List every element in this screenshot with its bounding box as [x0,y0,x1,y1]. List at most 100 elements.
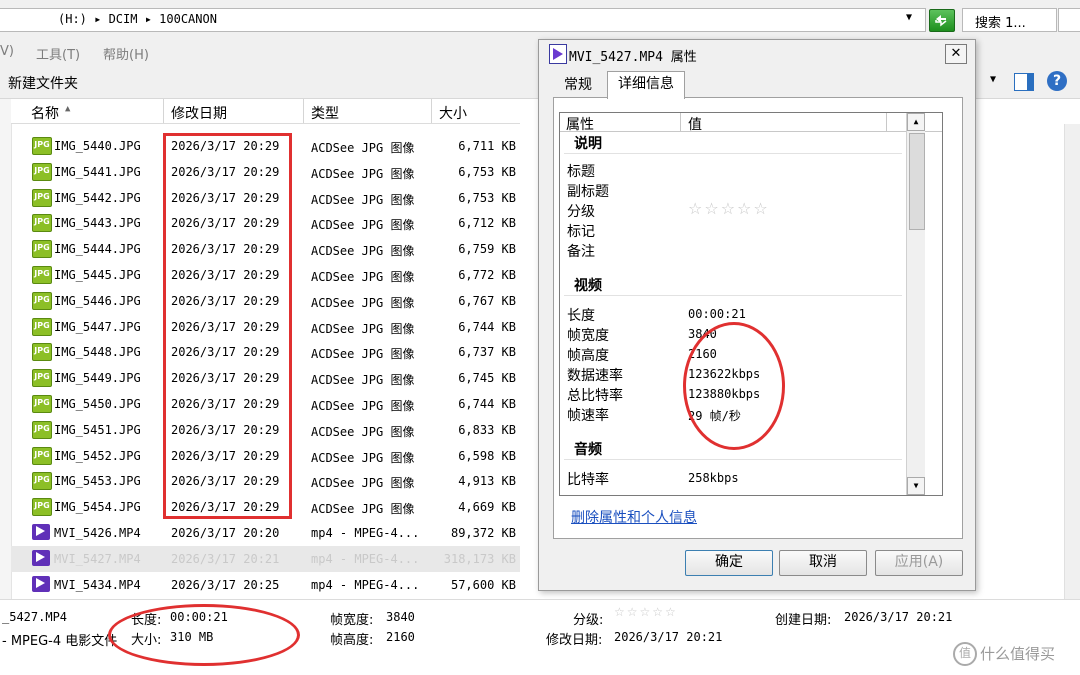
video-file-icon [549,44,567,64]
scroll-thumb[interactable] [909,133,925,230]
details-created-label: 创建日期: [775,613,832,628]
address-path[interactable]: (H:) ▸ DCIM ▸ 100CANON [58,12,217,26]
file-size: 318,173 KB [443,551,516,566]
file-type: ACDSee JPG 图像 [311,476,415,491]
search-placeholder: 搜索 1... [975,16,1026,31]
file-type: ACDSee JPG 图像 [311,347,415,362]
prop-label: 长度 [567,308,595,324]
view-dropdown-icon[interactable]: ▼ [990,74,996,85]
file-size: 89,372 KB [450,526,516,540]
file-name: MVI_5427.MP4 [54,551,141,566]
new-folder-button[interactable]: 新建文件夹 [8,73,78,93]
column-name[interactable]: 名称 [31,103,59,123]
cancel-button[interactable]: 取消 [779,550,867,576]
column-date[interactable]: 修改日期 [171,103,227,123]
header-value[interactable]: 值 [688,114,702,134]
rating-stars[interactable]: ☆☆☆☆☆ [688,199,770,218]
details-filetype: - MPEG-4 电影文件 [2,634,118,649]
header-separator[interactable] [680,113,681,131]
refresh-icon [935,15,947,27]
file-name: IMG_5446.JPG [54,293,141,308]
details-rating-stars[interactable]: ☆☆☆☆☆ [614,605,678,619]
file-type: ACDSee JPG 图像 [311,450,415,465]
file-size: 6,753 KB [458,164,516,179]
apply-button[interactable]: 应用(A) [875,550,963,576]
image-file-icon: JPG [32,446,52,465]
column-separator[interactable] [431,99,432,123]
tab-details[interactable]: 详细信息 [607,71,685,99]
file-type: ACDSee JPG 图像 [311,295,415,310]
image-file-icon: JPG [32,420,52,439]
file-name: IMG_5440.JPG [54,139,141,153]
image-file-icon: JPG [32,188,52,207]
image-file-icon: JPG [32,369,52,388]
file-size: 6,712 KB [458,216,516,231]
file-size: 4,669 KB [458,500,516,515]
details-width: 3840 [386,610,415,624]
file-size: 57,600 KB [450,577,516,592]
details-created: 2026/3/17 20:21 [844,610,953,624]
section-description: 说明 [574,136,602,152]
file-name: IMG_5451.JPG [54,422,141,437]
file-list-scrollbar[interactable] [1064,124,1080,599]
file-row[interactable]: MVI_5426.MP4 2026/3/17 20:20 mp4 - MPEG-4.… [11,520,520,546]
menu-tools[interactable]: 工具(T) [36,44,80,63]
image-file-icon: JPG [32,266,52,284]
file-date: 2026/3/17 20:20 [171,526,280,540]
preview-pane-icon[interactable] [1014,73,1034,91]
file-type: mp4 - MPEG-4... [311,551,420,566]
video-file-icon [32,575,50,592]
image-file-icon: JPG [32,317,52,336]
scroll-down-icon[interactable]: ▼ [907,477,925,495]
file-type: ACDSee JPG 图像 [311,502,415,517]
close-icon[interactable]: ✕ [945,44,967,64]
image-file-icon: JPG [32,291,52,310]
prop-label: 比特率 [567,472,609,488]
search-icon[interactable] [1058,8,1080,32]
scroll-up-icon[interactable]: ▲ [907,113,925,131]
section-divider [564,459,902,460]
address-dropdown-icon[interactable]: ▼ [906,12,912,23]
file-name: IMG_5443.JPG [54,216,141,231]
watermark-text: 什么值得买 [980,645,1056,663]
column-separator[interactable] [163,99,164,123]
file-size: 6,833 KB [458,422,516,437]
image-file-icon: JPG [32,343,52,362]
details-filename: _5427.MP4 [2,610,68,624]
menu-help[interactable]: 帮助(H) [103,44,149,63]
image-file-icon: JPG [32,137,52,155]
help-icon[interactable]: ? [1047,71,1067,91]
prop-label: 总比特率 [567,388,623,404]
details-height: 2160 [386,630,415,644]
image-file-icon: JPG [32,214,52,233]
file-type: ACDSee JPG 图像 [311,270,415,284]
column-type[interactable]: 类型 [311,103,339,123]
file-name: IMG_5454.JPG [54,500,141,515]
details-modified: 2026/3/17 20:21 [614,630,723,644]
annotation-box [163,133,292,519]
prop-label: 帧宽度 [567,328,609,344]
refresh-button[interactable] [929,9,955,32]
details-rating-label: 分级: [573,613,604,628]
file-size: 6,711 KB [458,139,516,153]
header-property[interactable]: 属性 [566,114,594,134]
menu-view[interactable]: V) [0,44,14,59]
header-separator [886,113,887,131]
section-divider [564,153,902,154]
dialog-title: MVI_5427.MP4 属性 [569,50,697,65]
column-separator[interactable] [303,99,304,123]
column-size[interactable]: 大小 [439,103,467,123]
section-video: 视频 [574,278,602,294]
prop-label: 副标题 [567,184,609,200]
prop-label: 帧高度 [567,348,609,364]
file-size: 6,753 KB [458,190,516,205]
file-size: 6,759 KB [458,242,516,257]
address-box[interactable]: (H:) ▸ DCIM ▸ 100CANON ▼ [0,8,926,32]
remove-properties-link[interactable]: 删除属性和个人信息 [571,507,697,527]
file-type: ACDSee JPG 图像 [311,218,415,233]
ok-button[interactable]: 确定 [685,550,773,576]
search-input[interactable]: 搜索 1... [962,8,1057,32]
tab-general[interactable]: 常规 [553,73,603,97]
file-row[interactable]: MVI_5427.MP4 2026/3/17 20:21 mp4 - MPEG-4.… [11,545,520,572]
file-row[interactable]: MVI_5434.MP4 2026/3/17 20:25 mp4 - MPEG-4.… [11,572,520,598]
